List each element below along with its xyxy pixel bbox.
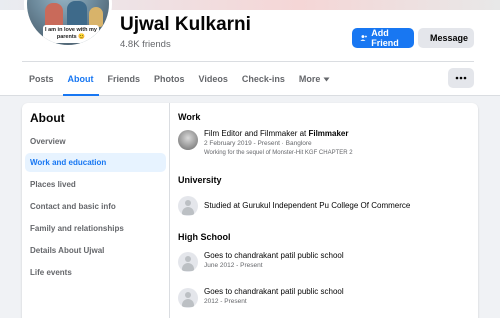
tab-photos[interactable]: Photos (147, 62, 192, 96)
high-school-entry: Goes to chandrakant patil public school … (178, 286, 474, 314)
tab-more[interactable]: More (292, 62, 338, 96)
tab-posts[interactable]: Posts (22, 62, 61, 96)
university-section-title: University (178, 175, 222, 185)
work-section-title: Work (178, 112, 201, 122)
avatar-caption: I am in love with my parents 😊 (43, 25, 99, 43)
add-friend-label: Add Friend (371, 28, 399, 48)
high-school-dates: 2012 - Present (204, 298, 247, 305)
high-school-entry: Goes to chandrakant patil public school … (178, 250, 474, 278)
sidebar-item-details[interactable]: Details About Ujwal (25, 241, 166, 260)
about-card: About Overview Work and education Places… (22, 103, 478, 318)
school-placeholder-icon (178, 288, 198, 308)
profile-avatar[interactable]: I am in love with my parents 😊 (24, 0, 112, 48)
tab-friends[interactable]: Friends (101, 62, 148, 96)
work-employer-link[interactable]: Filmmaker (308, 129, 348, 138)
tab-videos[interactable]: Videos (192, 62, 235, 96)
ellipsis-icon (455, 76, 467, 80)
friends-count[interactable]: 4.8K friends (120, 39, 171, 50)
message-button[interactable]: Message (418, 28, 474, 48)
school-placeholder-icon (178, 196, 198, 216)
profile-name: Ujwal Kulkarni (120, 14, 251, 35)
university-text: Studied at Gurukul Independent Pu Colleg… (204, 201, 411, 210)
sidebar-item-overview[interactable]: Overview (25, 132, 166, 151)
sidebar-item-life-events[interactable]: Life events (25, 263, 166, 282)
work-entry: Film Editor and Filmmaker at Filmmaker 2… (178, 128, 474, 162)
about-title: About (30, 111, 65, 125)
tab-check-ins[interactable]: Check-ins (235, 62, 292, 96)
add-person-icon (360, 35, 368, 41)
work-role-prefix: Film Editor and Filmmaker at (204, 129, 309, 138)
profile-tabs: Posts About Friends Photos Videos Check-… (22, 62, 337, 96)
high-school-text: Goes to chandrakant patil public school (204, 287, 344, 296)
high-school-text: Goes to chandrakant patil public school (204, 251, 344, 260)
work-dates: 2 February 2019 - Present · Banglore (204, 140, 312, 147)
sidebar-item-work-and-education[interactable]: Work and education (25, 153, 166, 172)
avatar-figure (67, 1, 87, 27)
profile-header: I am in love with my parents 😊 Ujwal Kul… (0, 0, 500, 96)
sidebar-item-contact-info[interactable]: Contact and basic info (25, 197, 166, 216)
school-placeholder-icon (178, 252, 198, 272)
sidebar-item-family[interactable]: Family and relationships (25, 219, 166, 238)
add-friend-button[interactable]: Add Friend (352, 28, 414, 48)
message-label: Message (430, 33, 469, 43)
tab-more-label: More (298, 74, 321, 84)
sidebar-item-places-lived[interactable]: Places lived (25, 175, 166, 194)
work-note: Working for the sequel of Monster-Hit KG… (204, 150, 353, 156)
high-school-section-title: High School (178, 232, 231, 242)
work-role: Film Editor and Filmmaker at Filmmaker (204, 129, 349, 139)
more-options-button[interactable] (448, 68, 474, 88)
avatar-figure (89, 7, 103, 27)
tab-about[interactable]: About (61, 62, 101, 96)
employer-thumbnail[interactable] (178, 130, 198, 150)
caret-down-icon (323, 77, 330, 81)
university-entry: Studied at Gurukul Independent Pu Colleg… (178, 194, 474, 222)
about-sidebar: About Overview Work and education Places… (22, 103, 170, 318)
about-content: Work Film Editor and Filmmaker at Filmma… (170, 103, 478, 318)
avatar-figure (45, 3, 63, 27)
high-school-dates: June 2012 - Present (204, 262, 263, 269)
